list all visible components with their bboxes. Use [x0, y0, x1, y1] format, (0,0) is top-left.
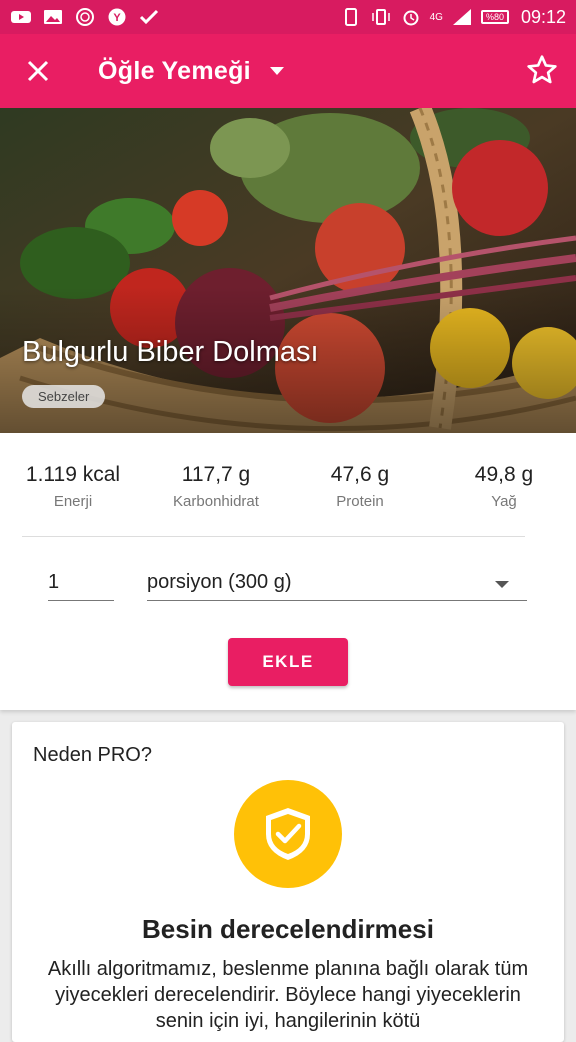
signal-icon [451, 8, 473, 26]
meal-title: Öğle Yemeği [98, 56, 251, 85]
nutrition-fat: 49,8 g Yağ [439, 463, 569, 510]
nutrition-protein: 47,6 g Protein [295, 463, 425, 510]
pro-badge [234, 780, 342, 888]
pro-promo-card: Neden PRO? Besin derecelendirmesi Akıllı… [12, 722, 564, 1042]
close-button[interactable] [0, 34, 76, 108]
serving-unit-select[interactable]: porsiyon (300 g) [147, 571, 527, 601]
energy-value: 1.119 kcal [25, 463, 121, 486]
svg-text:Y: Y [113, 12, 121, 24]
add-button[interactable]: EKLE [228, 638, 348, 686]
serving-unit-value: porsiyon (300 g) [147, 571, 292, 593]
dropdown-arrow-icon [495, 581, 509, 588]
battery-icon: %80 [480, 10, 509, 24]
yandex-icon: Y [106, 8, 128, 26]
fat-label: Yağ [491, 493, 517, 510]
clock: 09:12 [520, 6, 566, 27]
alarm-icon [400, 8, 422, 26]
fat-value: 49,8 g [474, 463, 534, 486]
star-outline-icon[interactable] [526, 54, 558, 86]
phone-icon [340, 8, 362, 26]
meal-selector[interactable]: Öğle Yemeği [98, 57, 285, 86]
pro-heading: Neden PRO? [33, 744, 152, 766]
pro-feature-text: Akıllı algoritmamız, beslenme planına ba… [47, 958, 529, 1032]
gallery-icon [42, 8, 64, 26]
network-type: 4G [429, 11, 443, 23]
pro-feature-title: Besin derecelendirmesi [142, 914, 434, 944]
youtube-icon [10, 8, 32, 26]
quantity-input[interactable]: 1 [48, 571, 114, 601]
notification-icons: Y [10, 8, 160, 26]
carbs-label: Karbonhidrat [173, 493, 259, 510]
status-bar: Y 4G %80 09:12 [0, 0, 576, 34]
chevron-down-icon [269, 67, 284, 75]
carbs-value: 117,7 g [181, 463, 251, 486]
system-icons: 4G %80 09:12 [340, 7, 566, 28]
shield-check-icon [266, 808, 310, 860]
food-hero-image: Bulgurlu Biber Dolması Sebzeler [0, 108, 576, 433]
close-icon [27, 60, 49, 82]
nutrition-card: 1.119 kcal Enerji 117,7 g Karbonhidrat 4… [0, 433, 576, 710]
app-toolbar: Öğle Yemeği [0, 34, 576, 108]
vibrate-icon [370, 8, 392, 26]
nutrition-carbs: 117,7 g Karbonhidrat [151, 463, 281, 510]
check-app-icon [138, 8, 160, 26]
nutrition-energy: 1.119 kcal Enerji [8, 463, 138, 510]
recipe-title: Bulgurlu Biber Dolması [22, 336, 319, 368]
browser-icon [74, 8, 96, 26]
category-tag[interactable]: Sebzeler [22, 385, 106, 408]
energy-label: Enerji [53, 493, 93, 510]
divider [22, 536, 525, 537]
protein-value: 47,6 g [330, 463, 390, 486]
protein-label: Protein [336, 493, 384, 510]
